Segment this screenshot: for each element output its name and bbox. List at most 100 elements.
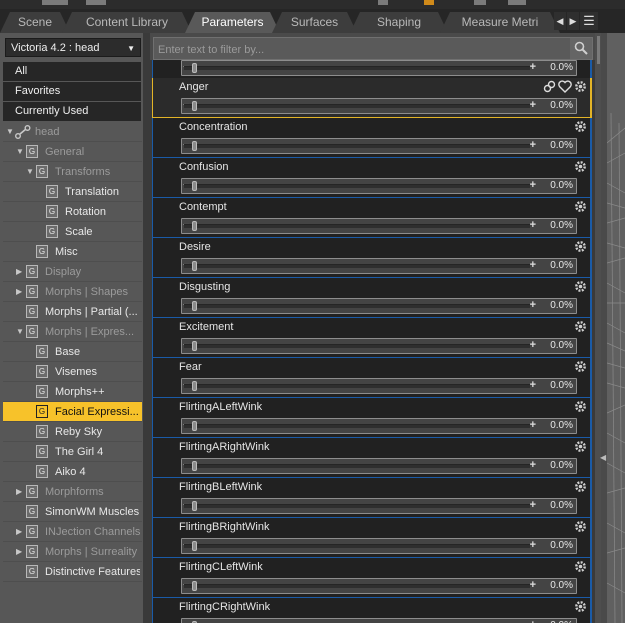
tab-scroll-right-icon[interactable]: ▶ (567, 12, 579, 30)
gear-icon[interactable] (574, 120, 587, 133)
node-selector[interactable]: Victoria 4.2 : head ▼ (5, 38, 141, 57)
expand-down-icon[interactable]: ▼ (26, 167, 34, 176)
slider-track[interactable] (184, 344, 530, 348)
increment-icon[interactable]: + (530, 459, 536, 472)
increment-icon[interactable]: + (530, 219, 536, 232)
param-value[interactable]: 0.0% (550, 379, 573, 393)
param-value[interactable]: 0.0% (550, 579, 573, 593)
parameter-row[interactable]: Confusion −+0.0% (152, 158, 592, 198)
tree-item[interactable]: ▶ G Morphs | Shapes (0, 282, 150, 302)
tree-item[interactable]: ▼ head (0, 122, 150, 142)
slider-knob[interactable] (192, 581, 197, 591)
parameter-row[interactable]: FlirtingCRightWink − +0.0% (152, 598, 592, 623)
value-slider[interactable]: −+0.0% (181, 178, 577, 194)
value-slider[interactable]: −+0.0% (181, 258, 577, 274)
increment-icon[interactable]: + (530, 179, 536, 192)
slider-knob[interactable] (192, 461, 197, 471)
param-value[interactable]: 0.0% (550, 539, 573, 553)
gear-icon[interactable] (574, 520, 587, 533)
param-value[interactable]: 0.0% (550, 459, 573, 473)
parameter-row[interactable]: Fear −+0.0% (152, 358, 592, 398)
panel-splitter[interactable] (143, 33, 150, 623)
expand-right-icon[interactable]: ▶ (16, 287, 24, 296)
collapse-arrow-icon[interactable]: ◀ (600, 452, 607, 464)
parameter-row[interactable]: FlirtingCLeftWink −+0.0% (152, 558, 592, 598)
decrement-icon[interactable]: − (183, 619, 189, 623)
parameter-row[interactable]: Desire −+0.0% (152, 238, 592, 278)
filter-all[interactable]: All (3, 62, 141, 81)
slider-track[interactable] (184, 144, 530, 148)
slider-knob[interactable] (192, 141, 197, 151)
search-button[interactable] (570, 38, 592, 59)
slider-knob[interactable] (192, 301, 197, 311)
gear-icon[interactable] (574, 480, 587, 493)
value-slider[interactable]: −+0.0% (181, 338, 577, 354)
slider-track[interactable] (184, 504, 530, 508)
value-slider[interactable]: −+0.0% (181, 618, 577, 623)
expand-down-icon[interactable]: ▼ (16, 147, 24, 156)
parameter-row[interactable]: Concentration −+0.0% (152, 118, 592, 158)
heart-icon[interactable] (558, 80, 572, 93)
tree-item[interactable]: G Base (0, 342, 150, 362)
tree-item[interactable]: G SimonWM Muscles (0, 502, 150, 522)
scrollbar-thumb[interactable] (597, 36, 600, 64)
gear-icon[interactable] (574, 560, 587, 573)
expand-down-icon[interactable]: ▼ (16, 327, 24, 336)
slider-knob[interactable] (192, 501, 197, 511)
filter-favorites[interactable]: Favorites (3, 82, 141, 101)
tree-item[interactable]: G Morphs | Partial (... (0, 302, 150, 322)
parameter-row[interactable]: −+0.0% (152, 60, 592, 80)
value-slider[interactable]: −+0.0% (181, 298, 577, 314)
increment-icon[interactable]: + (530, 61, 536, 74)
param-value[interactable]: 0.0% (550, 619, 573, 623)
slider-track[interactable] (184, 66, 530, 70)
tree-item[interactable]: G Rotation (0, 202, 150, 222)
parameter-row[interactable]: Excitement −+0.0% (152, 318, 592, 358)
gear-icon[interactable] (574, 200, 587, 213)
slider-track[interactable] (184, 264, 530, 268)
slider-track[interactable] (184, 544, 530, 548)
tree-item[interactable]: G Facial Expressi... (0, 402, 150, 422)
increment-icon[interactable]: + (530, 259, 536, 272)
slider-knob[interactable] (192, 261, 197, 271)
parameter-row[interactable]: FlirtingALeftWink −+0.0% (152, 398, 592, 438)
param-value[interactable]: 0.0% (550, 61, 573, 75)
value-slider[interactable]: −+0.0% (181, 138, 577, 154)
tree-item[interactable]: ▶ G Morphs | Surreality (0, 542, 150, 562)
tree-item[interactable]: G Distinctive Features (0, 562, 150, 582)
tree-item[interactable]: G Aiko 4 (0, 462, 150, 482)
tab-parameters[interactable]: Parameters (185, 12, 280, 33)
slider-track[interactable] (184, 224, 530, 228)
param-value[interactable]: 0.0% (550, 259, 573, 273)
gear-icon[interactable] (574, 600, 587, 613)
slider-track[interactable] (184, 304, 530, 308)
increment-icon[interactable]: + (530, 579, 536, 592)
tree-item[interactable]: ▶ G INJection Channels (0, 522, 150, 542)
tree-item[interactable]: ▶ G Morphforms (0, 482, 150, 502)
gear-icon[interactable] (574, 280, 587, 293)
tree-item[interactable]: G Visemes (0, 362, 150, 382)
parameter-row[interactable]: FlirtingBLeftWink −+0.0% (152, 478, 592, 518)
tab-surfaces[interactable]: Surfaces (272, 12, 357, 33)
tab-shaping[interactable]: Shaping (350, 12, 448, 33)
slider-track[interactable] (184, 104, 530, 108)
tree-item[interactable]: G The Girl 4 (0, 442, 150, 462)
increment-icon[interactable]: + (530, 339, 536, 352)
value-slider[interactable]: −+0.0% (181, 378, 577, 394)
gear-icon[interactable] (574, 240, 587, 253)
viewport-3d[interactable] (607, 33, 625, 623)
filter-currently-used[interactable]: Currently Used (3, 102, 141, 121)
tree-item[interactable]: ▼ G Transforms (0, 162, 150, 182)
slider-knob[interactable] (192, 221, 197, 231)
param-value[interactable]: 0.0% (550, 219, 573, 233)
param-value[interactable]: 0.0% (550, 339, 573, 353)
gear-icon[interactable] (574, 160, 587, 173)
gear-icon[interactable] (574, 440, 587, 453)
gear-icon[interactable] (574, 80, 587, 96)
expand-right-icon[interactable]: ▶ (16, 267, 24, 276)
slider-knob[interactable] (192, 181, 197, 191)
value-slider[interactable]: −+0.0% (181, 418, 577, 434)
value-slider[interactable]: −+0.0% (181, 458, 577, 474)
tab-scroll-left-icon[interactable]: ◀ (554, 12, 566, 30)
value-slider[interactable]: −+0.0% (181, 98, 577, 114)
